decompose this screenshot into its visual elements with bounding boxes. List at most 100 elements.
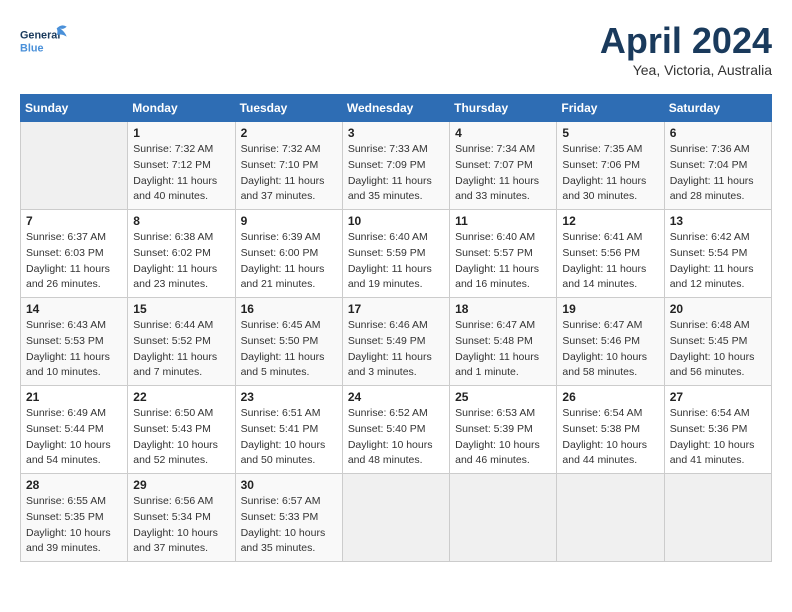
day-info: Sunrise: 7:32 AM Sunset: 7:10 PM Dayligh… [241, 142, 337, 205]
day-number: 5 [562, 126, 658, 140]
calendar-cell: 8 Sunrise: 6:38 AM Sunset: 6:02 PM Daylig… [128, 210, 235, 298]
calendar-cell: 11 Sunrise: 6:40 AM Sunset: 5:57 PM Dayli… [450, 210, 557, 298]
day-number: 19 [562, 302, 658, 316]
day-info: Sunrise: 6:40 AM Sunset: 5:59 PM Dayligh… [348, 230, 444, 293]
calendar-cell: 6 Sunrise: 7:36 AM Sunset: 7:04 PM Daylig… [664, 122, 771, 210]
calendar-header-row: SundayMondayTuesdayWednesdayThursdayFrid… [21, 95, 772, 122]
month-year-title: April 2024 [600, 20, 772, 62]
calendar-week-4: 21 Sunrise: 6:49 AM Sunset: 5:44 PM Dayli… [21, 386, 772, 474]
day-info: Sunrise: 6:43 AM Sunset: 5:53 PM Dayligh… [26, 318, 122, 381]
calendar-week-3: 14 Sunrise: 6:43 AM Sunset: 5:53 PM Dayli… [21, 298, 772, 386]
day-number: 15 [133, 302, 229, 316]
day-info: Sunrise: 6:39 AM Sunset: 6:00 PM Dayligh… [241, 230, 337, 293]
calendar-cell: 9 Sunrise: 6:39 AM Sunset: 6:00 PM Daylig… [235, 210, 342, 298]
calendar-cell: 29Sunrise: 6:56 AM Sunset: 5:34 PM Dayli… [128, 474, 235, 562]
day-number: 20 [670, 302, 766, 316]
day-info: Sunrise: 6:48 AM Sunset: 5:45 PM Dayligh… [670, 318, 766, 381]
day-number: 14 [26, 302, 122, 316]
calendar-cell: 15Sunrise: 6:44 AM Sunset: 5:52 PM Dayli… [128, 298, 235, 386]
day-info: Sunrise: 6:53 AM Sunset: 5:39 PM Dayligh… [455, 406, 551, 469]
calendar-cell: 4 Sunrise: 7:34 AM Sunset: 7:07 PM Daylig… [450, 122, 557, 210]
day-info: Sunrise: 6:52 AM Sunset: 5:40 PM Dayligh… [348, 406, 444, 469]
day-info: Sunrise: 7:36 AM Sunset: 7:04 PM Dayligh… [670, 142, 766, 205]
day-number: 27 [670, 390, 766, 404]
day-number: 12 [562, 214, 658, 228]
calendar-cell: 26Sunrise: 6:54 AM Sunset: 5:38 PM Dayli… [557, 386, 664, 474]
day-info: Sunrise: 7:35 AM Sunset: 7:06 PM Dayligh… [562, 142, 658, 205]
calendar-cell: 25 Sunrise: 6:53 AM Sunset: 5:39 PM Dayli… [450, 386, 557, 474]
day-info: Sunrise: 6:56 AM Sunset: 5:34 PM Dayligh… [133, 494, 229, 557]
day-number: 11 [455, 214, 551, 228]
day-info: Sunrise: 6:57 AM Sunset: 5:33 PM Dayligh… [241, 494, 337, 557]
day-number: 26 [562, 390, 658, 404]
header-tuesday: Tuesday [235, 95, 342, 122]
calendar-cell: 5 Sunrise: 7:35 AM Sunset: 7:06 PM Daylig… [557, 122, 664, 210]
day-info: Sunrise: 6:49 AM Sunset: 5:44 PM Dayligh… [26, 406, 122, 469]
calendar-week-1: 1 Sunrise: 7:32 AM Sunset: 7:12 PM Daylig… [21, 122, 772, 210]
svg-text:Blue: Blue [20, 43, 43, 55]
day-number: 2 [241, 126, 337, 140]
calendar-cell [664, 474, 771, 562]
day-info: Sunrise: 6:46 AM Sunset: 5:49 PM Dayligh… [348, 318, 444, 381]
day-number: 17 [348, 302, 444, 316]
day-info: Sunrise: 7:34 AM Sunset: 7:07 PM Dayligh… [455, 142, 551, 205]
day-number: 8 [133, 214, 229, 228]
day-number: 4 [455, 126, 551, 140]
calendar-cell: 20 Sunrise: 6:48 AM Sunset: 5:45 PM Dayli… [664, 298, 771, 386]
day-info: Sunrise: 6:51 AM Sunset: 5:41 PM Dayligh… [241, 406, 337, 469]
calendar-cell: 2 Sunrise: 7:32 AM Sunset: 7:10 PM Daylig… [235, 122, 342, 210]
page-header: General Blue April 2024 Yea, Victoria, A… [20, 20, 772, 78]
calendar-cell: 23Sunrise: 6:51 AM Sunset: 5:41 PM Dayli… [235, 386, 342, 474]
calendar-cell: 22Sunrise: 6:50 AM Sunset: 5:43 PM Dayli… [128, 386, 235, 474]
day-number: 1 [133, 126, 229, 140]
header-friday: Friday [557, 95, 664, 122]
calendar-cell: 19 Sunrise: 6:47 AM Sunset: 5:46 PM Dayli… [557, 298, 664, 386]
header-saturday: Saturday [664, 95, 771, 122]
day-number: 9 [241, 214, 337, 228]
day-info: Sunrise: 6:47 AM Sunset: 5:46 PM Dayligh… [562, 318, 658, 381]
calendar-cell: 27 Sunrise: 6:54 AM Sunset: 5:36 PM Dayli… [664, 386, 771, 474]
location-subtitle: Yea, Victoria, Australia [600, 62, 772, 78]
day-number: 28 [26, 478, 122, 492]
day-info: Sunrise: 7:33 AM Sunset: 7:09 PM Dayligh… [348, 142, 444, 205]
calendar-cell: 18 Sunrise: 6:47 AM Sunset: 5:48 PM Dayli… [450, 298, 557, 386]
calendar-cell: 24 Sunrise: 6:52 AM Sunset: 5:40 PM Dayli… [342, 386, 449, 474]
calendar-cell: 3 Sunrise: 7:33 AM Sunset: 7:09 PM Daylig… [342, 122, 449, 210]
svg-text:General: General [20, 29, 60, 41]
calendar-cell: 13Sunrise: 6:42 AM Sunset: 5:54 PM Dayli… [664, 210, 771, 298]
title-block: April 2024 Yea, Victoria, Australia [600, 20, 772, 78]
calendar-cell [342, 474, 449, 562]
day-number: 18 [455, 302, 551, 316]
logo-icon: General Blue [20, 20, 70, 60]
day-info: Sunrise: 6:55 AM Sunset: 5:35 PM Dayligh… [26, 494, 122, 557]
day-info: Sunrise: 7:32 AM Sunset: 7:12 PM Dayligh… [133, 142, 229, 205]
day-number: 7 [26, 214, 122, 228]
day-number: 24 [348, 390, 444, 404]
day-number: 3 [348, 126, 444, 140]
calendar-cell [450, 474, 557, 562]
day-info: Sunrise: 6:40 AM Sunset: 5:57 PM Dayligh… [455, 230, 551, 293]
day-info: Sunrise: 6:45 AM Sunset: 5:50 PM Dayligh… [241, 318, 337, 381]
day-info: Sunrise: 6:47 AM Sunset: 5:48 PM Dayligh… [455, 318, 551, 381]
calendar-cell: 1 Sunrise: 7:32 AM Sunset: 7:12 PM Daylig… [128, 122, 235, 210]
header-monday: Monday [128, 95, 235, 122]
day-number: 10 [348, 214, 444, 228]
day-number: 16 [241, 302, 337, 316]
calendar-cell: 16 Sunrise: 6:45 AM Sunset: 5:50 PM Dayli… [235, 298, 342, 386]
header-wednesday: Wednesday [342, 95, 449, 122]
calendar-cell: 10 Sunrise: 6:40 AM Sunset: 5:59 PM Dayli… [342, 210, 449, 298]
day-number: 21 [26, 390, 122, 404]
calendar-cell: 28 Sunrise: 6:55 AM Sunset: 5:35 PM Dayli… [21, 474, 128, 562]
header-thursday: Thursday [450, 95, 557, 122]
calendar-cell: 17 Sunrise: 6:46 AM Sunset: 5:49 PM Dayli… [342, 298, 449, 386]
day-info: Sunrise: 6:42 AM Sunset: 5:54 PM Dayligh… [670, 230, 766, 293]
calendar-cell: 14 Sunrise: 6:43 AM Sunset: 5:53 PM Dayli… [21, 298, 128, 386]
calendar-cell [557, 474, 664, 562]
calendar-cell: 30Sunrise: 6:57 AM Sunset: 5:33 PM Dayli… [235, 474, 342, 562]
day-info: Sunrise: 6:38 AM Sunset: 6:02 PM Dayligh… [133, 230, 229, 293]
day-number: 6 [670, 126, 766, 140]
calendar-table: SundayMondayTuesdayWednesdayThursdayFrid… [20, 94, 772, 562]
day-info: Sunrise: 6:54 AM Sunset: 5:36 PM Dayligh… [670, 406, 766, 469]
calendar-week-5: 28 Sunrise: 6:55 AM Sunset: 5:35 PM Dayli… [21, 474, 772, 562]
day-number: 25 [455, 390, 551, 404]
